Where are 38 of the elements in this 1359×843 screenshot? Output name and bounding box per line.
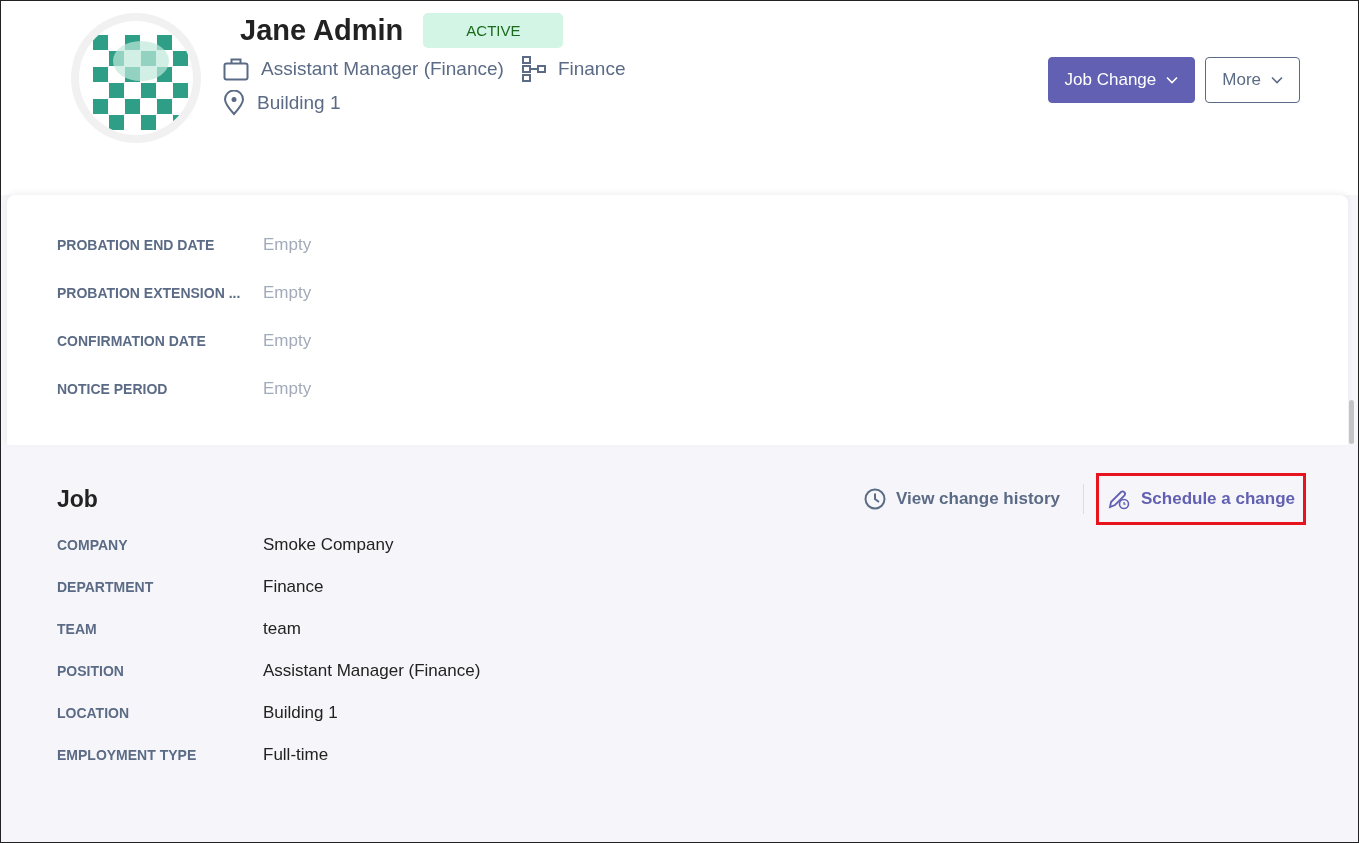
field-label: CONFIRMATION DATE: [57, 333, 207, 349]
job-change-button[interactable]: Job Change: [1047, 57, 1196, 103]
field-value: team: [263, 619, 301, 639]
briefcase-icon: [223, 57, 249, 81]
scrollbar[interactable]: [1349, 400, 1354, 444]
field-value: Empty: [263, 331, 312, 351]
location-text: Building 1: [257, 92, 341, 114]
more-button[interactable]: More: [1205, 57, 1300, 103]
field-label: LOCATION: [57, 705, 131, 721]
schedule-change-link[interactable]: Schedule a change: [1096, 473, 1306, 525]
field-label: POSITION: [57, 663, 125, 679]
field-label: PROBATION END DATE: [57, 237, 216, 253]
pencil-clock-icon: [1107, 488, 1131, 510]
org-chart-icon: [521, 56, 546, 82]
field-label: NOTICE PERIOD: [57, 381, 169, 397]
employee-name: Jane Admin: [240, 14, 404, 47]
clock-icon: [863, 488, 886, 510]
location-pin-icon: [223, 90, 245, 116]
field-label: PROBATION EXTENSION ...: [57, 285, 242, 301]
department-text: Finance: [557, 58, 626, 80]
field-value: Finance: [263, 577, 324, 597]
field-value: Smoke Company: [263, 535, 394, 555]
field-label: DEPARTMENT: [57, 579, 155, 595]
chevron-down-icon: [1166, 76, 1179, 84]
chevron-down-icon: [1271, 76, 1283, 84]
field-label: EMPLOYMENT TYPE: [57, 747, 198, 763]
field-value: Empty: [263, 379, 312, 399]
position-text: Assistant Manager (Finance): [261, 58, 504, 80]
field-value: Assistant Manager (Finance): [263, 661, 481, 681]
field-label: TEAM: [57, 621, 98, 637]
field-value: Empty: [263, 283, 312, 303]
field-value: Building 1: [263, 703, 338, 723]
field-label: COMPANY: [57, 537, 129, 553]
field-value: Empty: [263, 235, 312, 255]
view-history-link[interactable]: View change history: [852, 473, 1071, 525]
status-badge: ACTIVE: [423, 13, 564, 48]
field-value: Full-time: [263, 745, 329, 765]
section-title: Job: [57, 485, 98, 513]
